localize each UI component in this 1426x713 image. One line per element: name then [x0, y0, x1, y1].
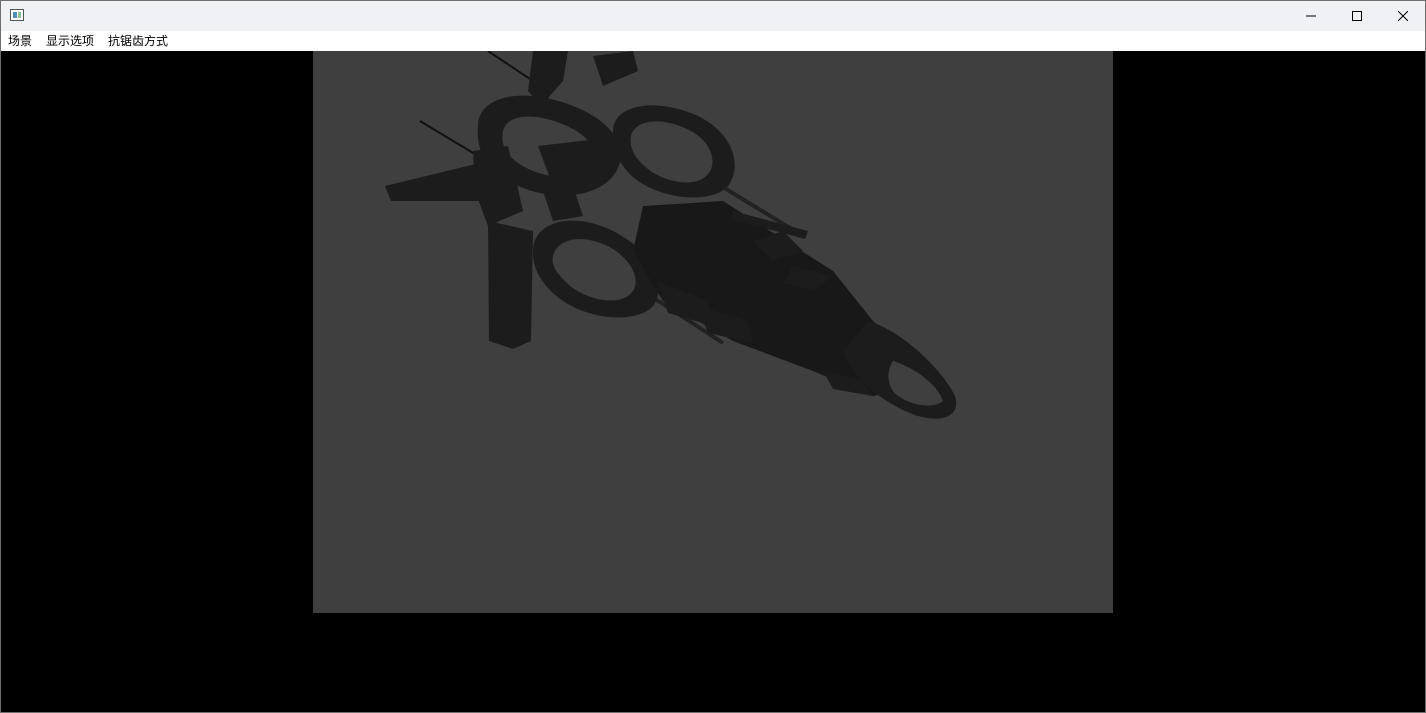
- spaceship-model: [385, 51, 957, 419]
- title-bar[interactable]: [1, 1, 1425, 31]
- menu-item-antialiasing[interactable]: 抗锯齿方式: [101, 31, 175, 51]
- maximize-icon: [1352, 11, 1362, 21]
- app-window-icon: [10, 9, 24, 21]
- close-icon: [1398, 11, 1408, 21]
- close-button[interactable]: [1380, 1, 1426, 31]
- menu-item-display-options[interactable]: 显示选项: [39, 31, 101, 51]
- render-viewport[interactable]: [1, 51, 1425, 712]
- minimize-icon: [1306, 15, 1316, 17]
- maximize-button[interactable]: [1334, 1, 1380, 31]
- menu-item-scene[interactable]: 场景: [1, 31, 39, 51]
- minimize-button[interactable]: [1288, 1, 1334, 31]
- app-window: 场景 显示选项 抗锯齿方式: [0, 0, 1426, 713]
- menu-bar: 场景 显示选项 抗锯齿方式: [1, 31, 1425, 51]
- render-scene[interactable]: [313, 51, 1113, 613]
